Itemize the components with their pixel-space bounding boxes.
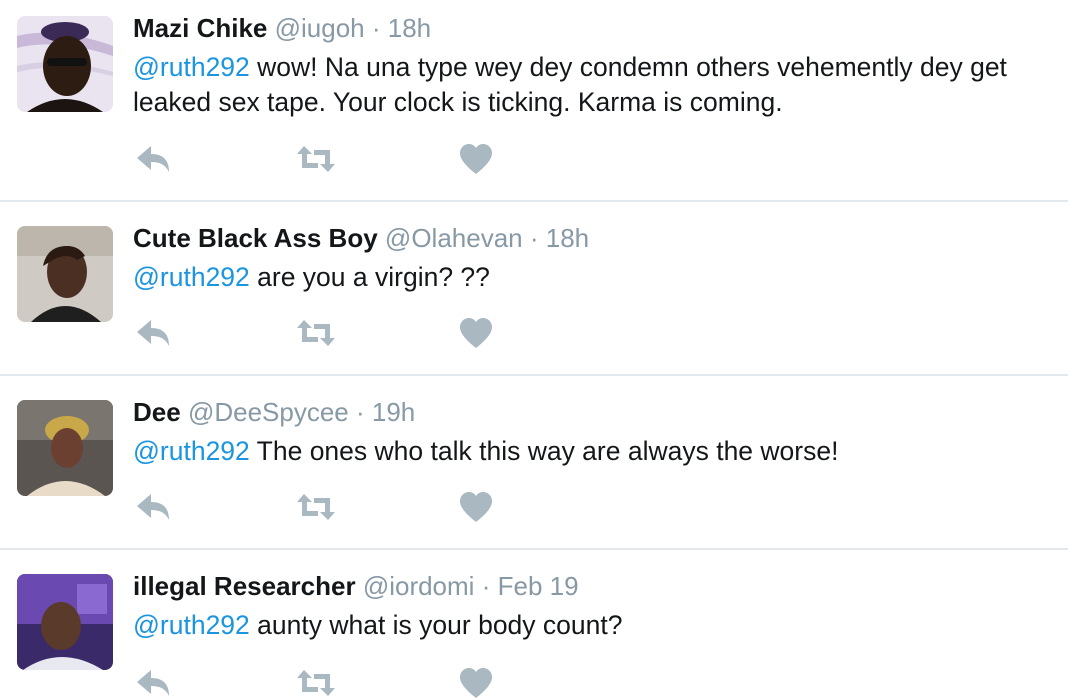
tweet-body: wow! Na una type wey dey condemn others … xyxy=(133,52,1007,117)
mention-link[interactable]: @ruth292 xyxy=(133,262,250,292)
timestamp[interactable]: 18h xyxy=(388,13,431,43)
tweet-text: @ruth292 wow! Na una type wey dey condem… xyxy=(133,50,1064,120)
reply-button[interactable] xyxy=(133,142,173,176)
tweet[interactable]: Mazi Chike @iugoh · 18h @ruth292 wow! Na… xyxy=(0,0,1068,202)
separator: · xyxy=(481,571,491,601)
like-button[interactable] xyxy=(456,490,496,524)
heart-icon xyxy=(460,668,492,698)
heart-icon xyxy=(460,144,492,174)
reply-button[interactable] xyxy=(133,490,173,524)
timestamp[interactable]: Feb 19 xyxy=(498,571,579,601)
retweet-icon xyxy=(297,670,335,696)
heart-icon xyxy=(460,318,492,348)
avatar[interactable] xyxy=(17,400,113,496)
tweet-header: illegal Researcher @iordomi · Feb 19 xyxy=(133,571,579,601)
timestamp[interactable]: 18h xyxy=(546,223,589,253)
retweet-icon xyxy=(297,320,335,346)
like-button[interactable] xyxy=(456,316,496,350)
mention-link[interactable]: @ruth292 xyxy=(133,610,250,640)
user-handle[interactable]: @iordomi xyxy=(363,571,475,601)
reply-icon xyxy=(137,670,169,696)
user-handle[interactable]: @Olahevan xyxy=(385,223,523,253)
separator: · xyxy=(355,397,365,427)
tweet[interactable]: Cute Black Ass Boy @Olahevan · 18h @ruth… xyxy=(0,202,1068,376)
like-button[interactable] xyxy=(456,142,496,176)
retweet-button[interactable] xyxy=(296,490,336,524)
tweet[interactable]: illegal Researcher @iordomi · Feb 19 @ru… xyxy=(0,550,1068,698)
separator: · xyxy=(529,223,539,253)
separator: · xyxy=(371,13,381,43)
retweet-icon xyxy=(297,494,335,520)
retweet-button[interactable] xyxy=(296,142,336,176)
tweet[interactable]: Dee @DeeSpycee · 19h @ruth292 The ones w… xyxy=(0,376,1068,550)
reply-icon xyxy=(137,320,169,346)
tweet-text: @ruth292 are you a virgin? ?? xyxy=(133,260,1064,295)
retweet-icon xyxy=(297,146,335,172)
tweet-header: Mazi Chike @iugoh · 18h xyxy=(133,13,431,43)
retweet-button[interactable] xyxy=(296,666,336,700)
tweet-header: Dee @DeeSpycee · 19h xyxy=(133,397,415,427)
user-handle[interactable]: @DeeSpycee xyxy=(188,397,349,427)
like-button[interactable] xyxy=(456,666,496,700)
avatar[interactable] xyxy=(17,16,113,112)
tweet-header: Cute Black Ass Boy @Olahevan · 18h xyxy=(133,223,589,253)
reply-button[interactable] xyxy=(133,666,173,700)
reply-button[interactable] xyxy=(133,316,173,350)
timestamp[interactable]: 19h xyxy=(372,397,415,427)
retweet-button[interactable] xyxy=(296,316,336,350)
display-name[interactable]: Dee xyxy=(133,397,181,427)
mention-link[interactable]: @ruth292 xyxy=(133,436,250,466)
display-name[interactable]: illegal Researcher xyxy=(133,571,356,601)
user-handle[interactable]: @iugoh xyxy=(275,13,365,43)
tweet-body: are you a virgin? ?? xyxy=(249,262,490,292)
tweet-body: aunty what is your body count? xyxy=(249,610,623,640)
tweet-text: @ruth292 aunty what is your body count? xyxy=(133,608,1064,643)
tweet-body: The ones who talk this way are always th… xyxy=(249,436,839,466)
reply-icon xyxy=(137,146,169,172)
reply-icon xyxy=(137,494,169,520)
heart-icon xyxy=(460,492,492,522)
display-name[interactable]: Cute Black Ass Boy xyxy=(133,223,378,253)
display-name[interactable]: Mazi Chike xyxy=(133,13,267,43)
tweet-text: @ruth292 The ones who talk this way are … xyxy=(133,434,1064,469)
tweet-feed: Mazi Chike @iugoh · 18h @ruth292 wow! Na… xyxy=(0,0,1068,698)
avatar[interactable] xyxy=(17,226,113,322)
avatar[interactable] xyxy=(17,574,113,670)
mention-link[interactable]: @ruth292 xyxy=(133,52,250,82)
